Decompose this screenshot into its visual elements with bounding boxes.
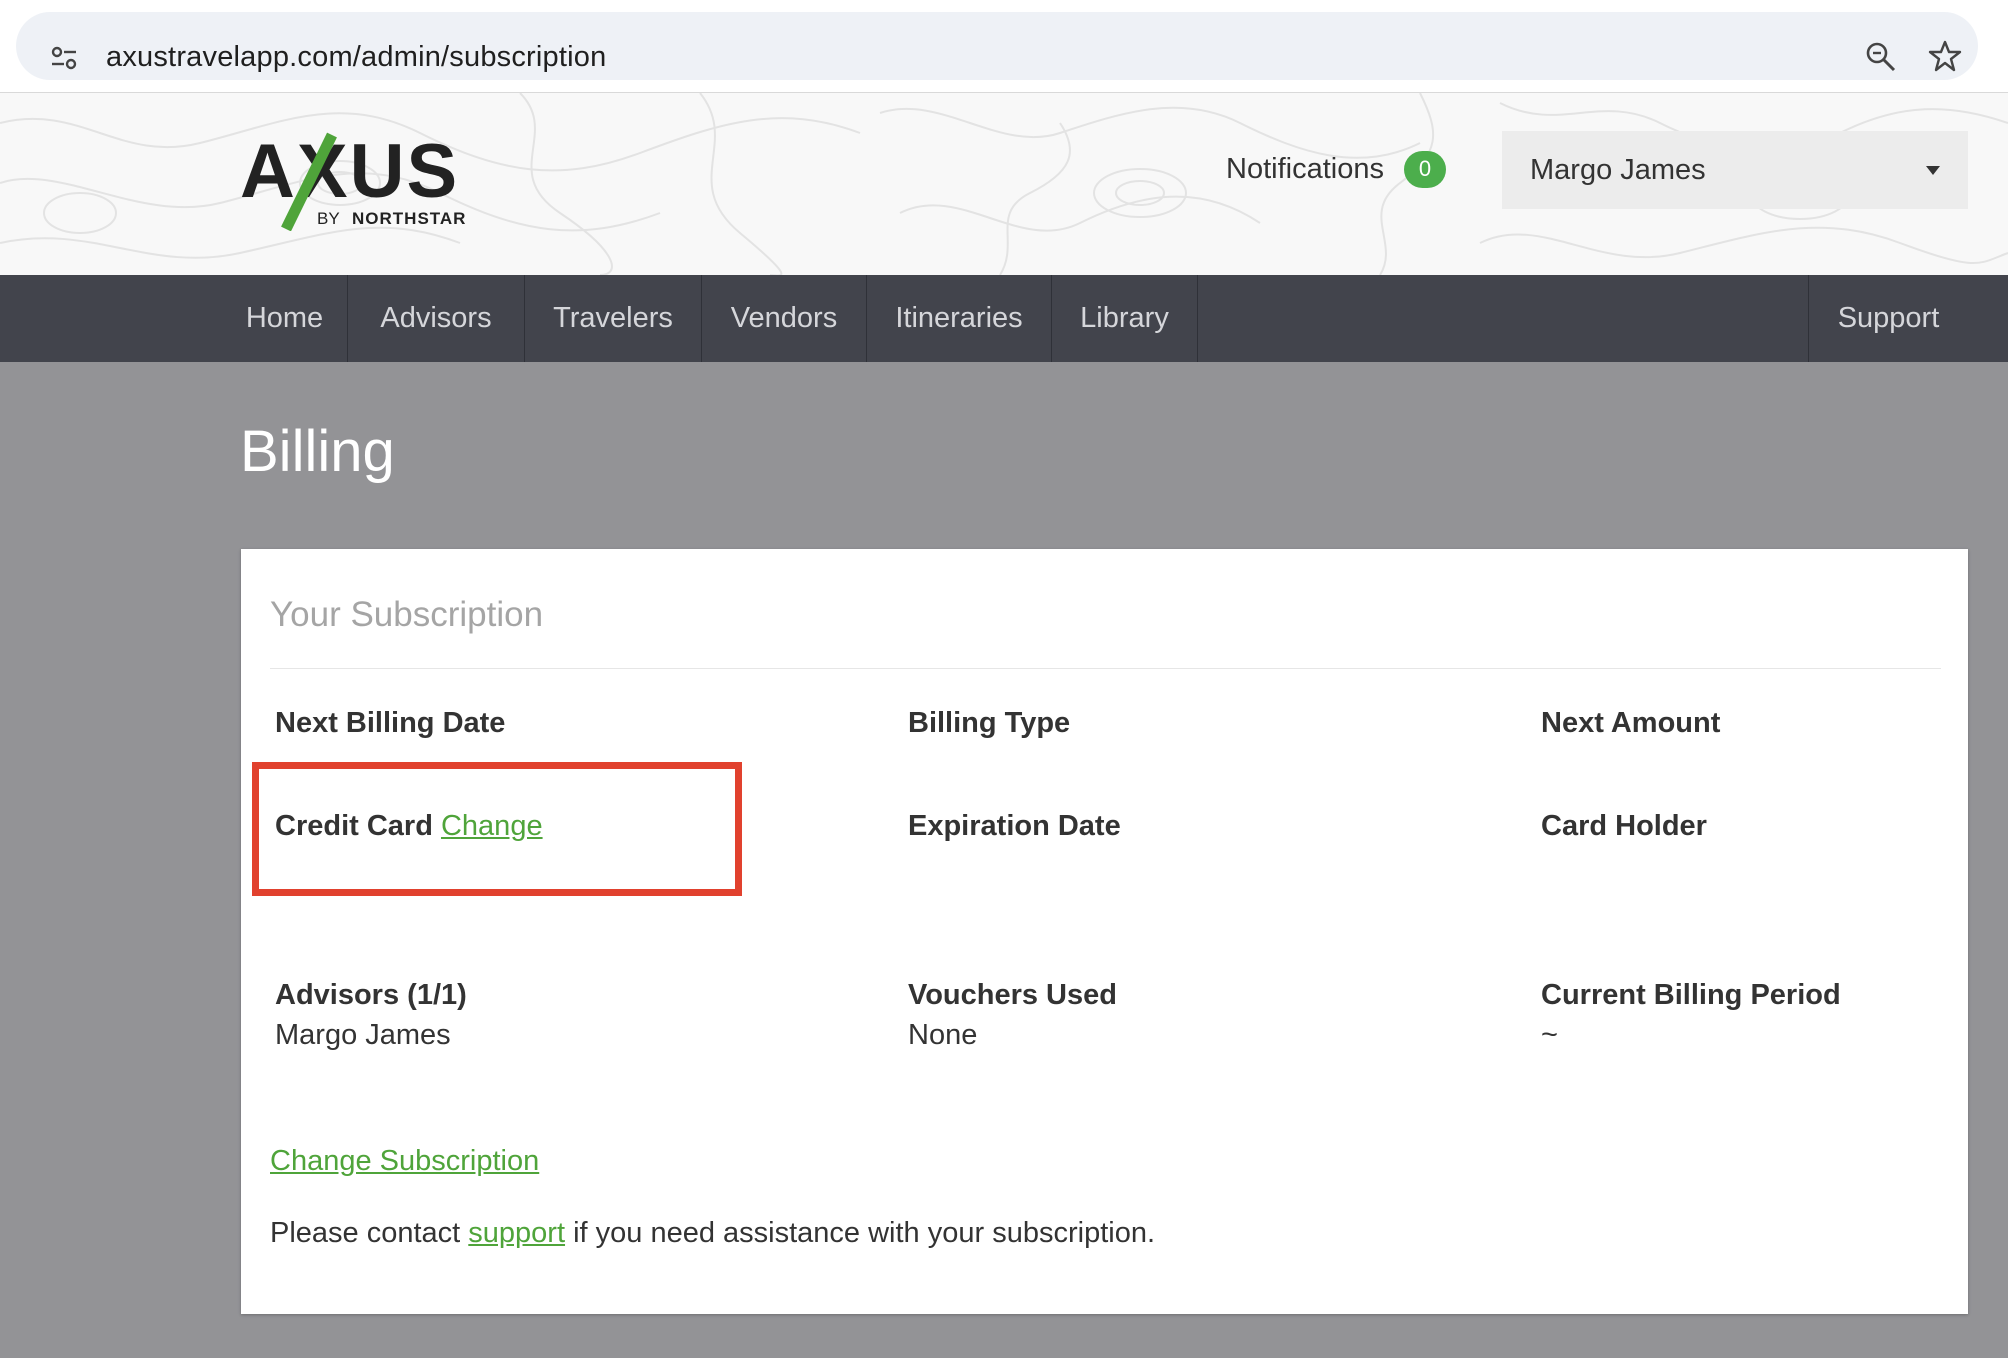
expiration-date-label: Expiration Date [908,810,1121,842]
caret-down-icon[interactable] [1926,166,1940,175]
nav-item-library[interactable]: Library [1052,275,1198,362]
contact-prefix: Please contact [270,1217,461,1249]
logo-wordmark: AXUS [240,131,459,214]
site-header: AXUS BY NORTHSTAR Notifications 0 Margo … [0,93,2008,275]
site-settings-icon[interactable] [50,44,78,72]
main-nav: Home Advisors Travelers Vendors Itinerar… [0,275,2008,362]
card-divider [270,668,1941,669]
change-subscription-link[interactable]: Change Subscription [270,1145,539,1178]
vouchers-used-value: None [908,1019,978,1051]
card-title: Your Subscription [270,595,544,634]
vouchers-used-label: Vouchers Used [908,979,1117,1011]
page-title: Billing [240,419,395,484]
browser-toolbar: axustravelapp.com/admin/subscription [0,0,2008,93]
change-credit-card-link[interactable]: Change [441,810,543,842]
credit-card-label: Credit Card [275,810,433,842]
notifications-label[interactable]: Notifications [1226,153,1384,186]
nav-item-home[interactable]: Home [222,275,348,362]
support-link[interactable]: support [468,1217,565,1249]
current-billing-period-value: ~ [1541,1019,1558,1051]
billing-type-label: Billing Type [908,707,1071,739]
user-menu-dropdown[interactable]: Margo James [1502,131,1968,209]
nav-item-itineraries[interactable]: Itineraries [867,275,1052,362]
nav-item-support[interactable]: Support [1808,275,1968,362]
url-text[interactable]: axustravelapp.com/admin/subscription [106,41,606,74]
user-name[interactable]: Margo James [1530,154,1706,187]
advisors-value: Margo James [275,1019,451,1051]
nav-item-advisors[interactable]: Advisors [348,275,525,362]
nav-item-vendors[interactable]: Vendors [702,275,867,362]
current-billing-period-label: Current Billing Period [1541,979,1841,1011]
contact-suffix: if you need assistance with your subscri… [573,1217,1156,1249]
advisors-label: Advisors (1/1) [275,979,467,1011]
next-amount-label: Next Amount [1541,707,1721,739]
subscription-card: Your Subscription Next Billing Date Bill… [241,549,1968,1314]
address-bar[interactable]: axustravelapp.com/admin/subscription [16,12,1978,80]
support-contact-text: Please contact support if you need assis… [270,1217,1155,1250]
zoom-icon[interactable] [1864,40,1898,74]
logo-brand: NORTHSTAR [352,209,466,228]
axus-logo[interactable]: AXUS BY NORTHSTAR [240,131,480,231]
next-billing-date-label: Next Billing Date [275,707,506,739]
card-holder-label: Card Holder [1541,810,1707,842]
notifications-count-badge[interactable]: 0 [1403,150,1446,188]
bookmark-star-icon[interactable] [1928,39,1962,73]
nav-item-travelers[interactable]: Travelers [525,275,702,362]
logo-by: BY [317,209,340,228]
notifications-link[interactable]: Notifications 0 [1226,149,1446,189]
credit-card-row: Credit Card Change [275,810,543,843]
